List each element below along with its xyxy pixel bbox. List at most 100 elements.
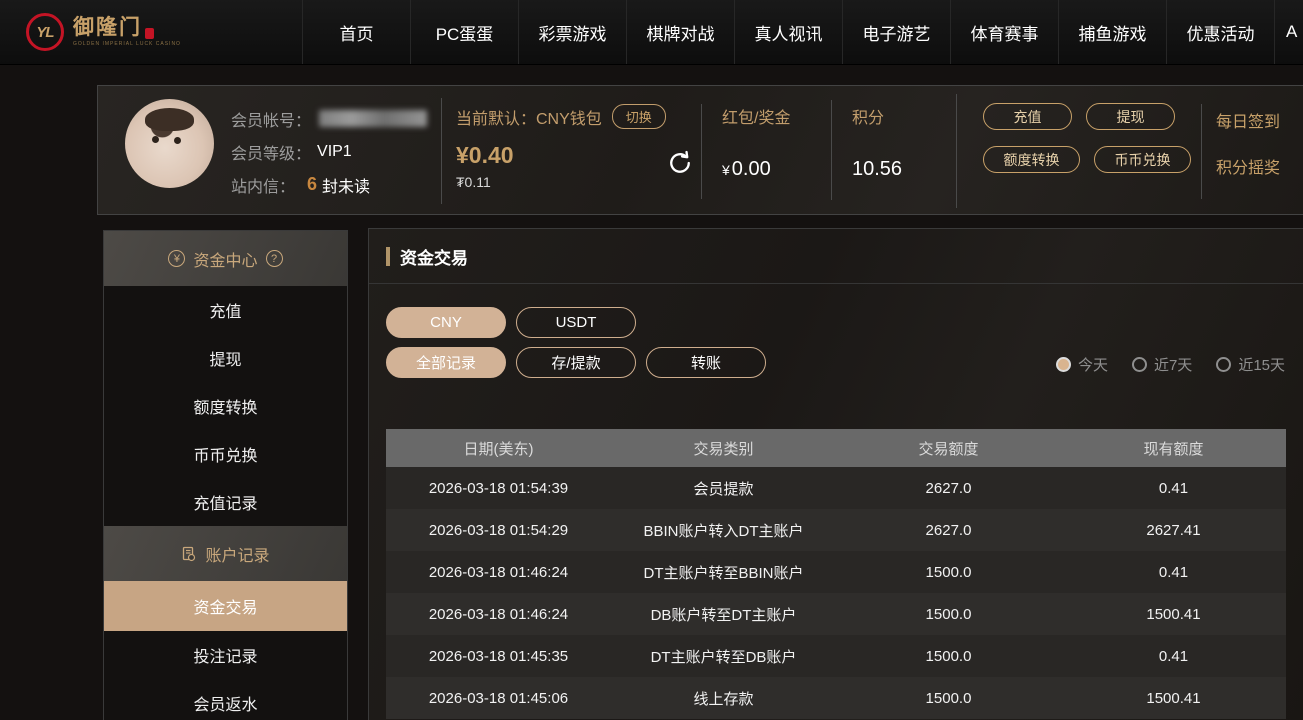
col-balance: 现有额度 [1061, 429, 1286, 467]
brand-tagline: GOLDEN IMPERIAL LUCK CASINO [73, 41, 181, 47]
daily-signin-link[interactable]: 每日签到 [1216, 108, 1280, 132]
points-lottery-link[interactable]: 积分摇奖 [1216, 154, 1280, 178]
account-value-blurred [319, 110, 427, 127]
nav-item-pc-egg[interactable]: PC蛋蛋 [410, 0, 518, 64]
inbox-unread-count[interactable]: 6 [307, 174, 317, 195]
cell-balance: 0.41 [1061, 551, 1286, 593]
sidebar-section-account-records[interactable]: 账户记录 [104, 526, 347, 581]
table-row: 2026-03-18 01:54:39 会员提款 2627.0 0.41 [386, 467, 1286, 509]
refresh-icon[interactable] [666, 149, 694, 182]
bonus-currency: ¥ [722, 162, 730, 178]
level-label: 会员等级： [231, 140, 311, 164]
cell-type: DB账户转至DT主账户 [611, 593, 836, 635]
cell-amount: 1500.0 [836, 635, 1061, 677]
col-type: 交易类别 [611, 429, 836, 467]
sidebar-section-title: 账户记录 [205, 542, 269, 566]
cell-balance: 1500.41 [1061, 593, 1286, 635]
cell-type: 会员提款 [611, 467, 836, 509]
cell-date: 2026-03-18 01:54:39 [386, 467, 611, 509]
tab-cny[interactable]: CNY [386, 307, 506, 338]
tab-transfer[interactable]: 转账 [646, 347, 766, 378]
cell-balance: 0.41 [1061, 467, 1286, 509]
sidebar-item-quota-transfer[interactable]: 额度转换 [104, 382, 347, 430]
radio-last-7-days[interactable]: 近7天 [1132, 354, 1192, 375]
cell-type: BBIN账户转入DT主账户 [611, 509, 836, 551]
user-panel: 会员帐号： 会员等级： VIP1 站内信： 6 封未读 当前默认：CNY钱包 切… [97, 85, 1303, 215]
sidebar-item-member-rebate[interactable]: 会员返水 [104, 679, 347, 720]
ledger-icon [181, 546, 197, 562]
date-range-options: 今天 近7天 近15天 [1056, 354, 1285, 375]
sidebar-item-coin-exchange[interactable]: 币币兑换 [104, 430, 347, 478]
sidebar-item-deposit-records[interactable]: 充值记录 [104, 478, 347, 526]
wallet-switch-button[interactable]: 切换 [612, 104, 666, 129]
tab-deposit-withdraw[interactable]: 存/提款 [516, 347, 636, 378]
nav-item-app[interactable]: A [1274, 0, 1303, 64]
cell-date: 2026-03-18 01:45:06 [386, 677, 611, 719]
tab-usdt[interactable]: USDT [516, 307, 636, 338]
avatar [125, 99, 214, 188]
nav-item-egames[interactable]: 电子游艺 [842, 0, 950, 64]
radio-7days-dot[interactable] [1132, 357, 1147, 372]
help-icon[interactable]: ? [266, 250, 283, 267]
main-content: 资金交易 CNY USDT 全部记录 存/提款 转账 今天 近7天 近15天 日… [368, 228, 1303, 720]
table-row: 2026-03-18 01:45:06 线上存款 1500.0 1500.41 [386, 677, 1286, 719]
radio-today[interactable]: 今天 [1056, 354, 1108, 375]
cell-type: 线上存款 [611, 677, 836, 719]
table-row: 2026-03-18 01:45:35 DT主账户转至DB账户 1500.0 0… [386, 635, 1286, 677]
sidebar: ¥ 资金中心 ? 充值 提现 额度转换 币币兑换 充值记录 账户记录 资金交易 … [103, 230, 348, 720]
brand-name: 御隆门 [73, 17, 142, 39]
radio-15days-label: 近15天 [1238, 354, 1285, 375]
nav-item-board-games[interactable]: 棋牌对战 [626, 0, 734, 64]
cell-amount: 1500.0 [836, 551, 1061, 593]
sidebar-item-withdraw[interactable]: 提现 [104, 334, 347, 382]
nav-item-live-video[interactable]: 真人视讯 [734, 0, 842, 64]
points-label: 积分 [852, 104, 902, 128]
nav-item-fishing[interactable]: 捕鱼游戏 [1058, 0, 1166, 64]
sidebar-item-deposit[interactable]: 充值 [104, 286, 347, 334]
nav-item-home[interactable]: 首页 [302, 0, 410, 64]
cell-type: DT主账户转至DB账户 [611, 635, 836, 677]
nav-item-sports[interactable]: 体育赛事 [950, 0, 1058, 64]
panel-divider [956, 94, 957, 208]
bonus-value: 0.00 [732, 158, 771, 180]
tab-all-records[interactable]: 全部记录 [386, 347, 506, 378]
wallet-cny-amount: ¥0.40 [456, 142, 666, 169]
radio-last-15-days[interactable]: 近15天 [1216, 354, 1285, 375]
points-value: 10.56 [852, 158, 902, 181]
sidebar-item-funds-transactions[interactable]: 资金交易 [104, 581, 347, 631]
sidebar-item-betting-records[interactable]: 投注记录 [104, 631, 347, 679]
cell-balance: 0.41 [1061, 635, 1286, 677]
radio-15days-dot[interactable] [1216, 357, 1231, 372]
quota-transfer-button[interactable]: 额度转换 [983, 146, 1080, 173]
cell-amount: 1500.0 [836, 593, 1061, 635]
sidebar-section-funds-center[interactable]: ¥ 资金中心 ? [104, 231, 347, 286]
radio-7days-label: 近7天 [1154, 354, 1192, 375]
cell-balance: 2627.41 [1061, 509, 1286, 551]
wallet-usdt-amount: ₮0.11 [456, 174, 666, 190]
cell-amount: 1500.0 [836, 677, 1061, 719]
inbox-label: 站内信： [231, 173, 295, 197]
wallet-section: 当前默认：CNY钱包 切换 ¥0.40 ₮0.11 [456, 104, 666, 190]
nav-item-promotions[interactable]: 优惠活动 [1166, 0, 1274, 64]
level-value: VIP1 [317, 143, 352, 161]
panel-divider [701, 104, 702, 199]
page-title-bar: 资金交易 [369, 229, 1303, 284]
account-label: 会员帐号： [231, 107, 311, 131]
radio-today-dot[interactable] [1056, 357, 1071, 372]
coin-exchange-button[interactable]: 币币兑换 [1094, 146, 1191, 173]
top-nav: YL 御隆门 GOLDEN IMPERIAL LUCK CASINO 首页 PC… [0, 0, 1303, 65]
brand-logo[interactable]: YL 御隆门 GOLDEN IMPERIAL LUCK CASINO [0, 0, 302, 64]
nav-menu: 首页 PC蛋蛋 彩票游戏 棋牌对战 真人视讯 电子游艺 体育赛事 捕鱼游戏 优惠… [302, 0, 1303, 64]
nav-item-lottery[interactable]: 彩票游戏 [518, 0, 626, 64]
currency-tabs: CNY USDT [386, 307, 636, 338]
col-amount: 交易额度 [836, 429, 1061, 467]
withdraw-button[interactable]: 提现 [1086, 103, 1175, 130]
table-row: 2026-03-18 01:46:24 DB账户转至DT主账户 1500.0 1… [386, 593, 1286, 635]
deposit-button[interactable]: 充值 [983, 103, 1072, 130]
table-header-row: 日期(美东) 交易类别 交易额度 现有额度 [386, 429, 1286, 467]
cell-date: 2026-03-18 01:46:24 [386, 593, 611, 635]
panel-divider [831, 100, 832, 200]
table-row: 2026-03-18 01:46:24 DT主账户转至BBIN账户 1500.0… [386, 551, 1286, 593]
bonus-label: 红包/奖金 [722, 104, 790, 128]
table-row: 2026-03-18 01:54:29 BBIN账户转入DT主账户 2627.0… [386, 509, 1286, 551]
